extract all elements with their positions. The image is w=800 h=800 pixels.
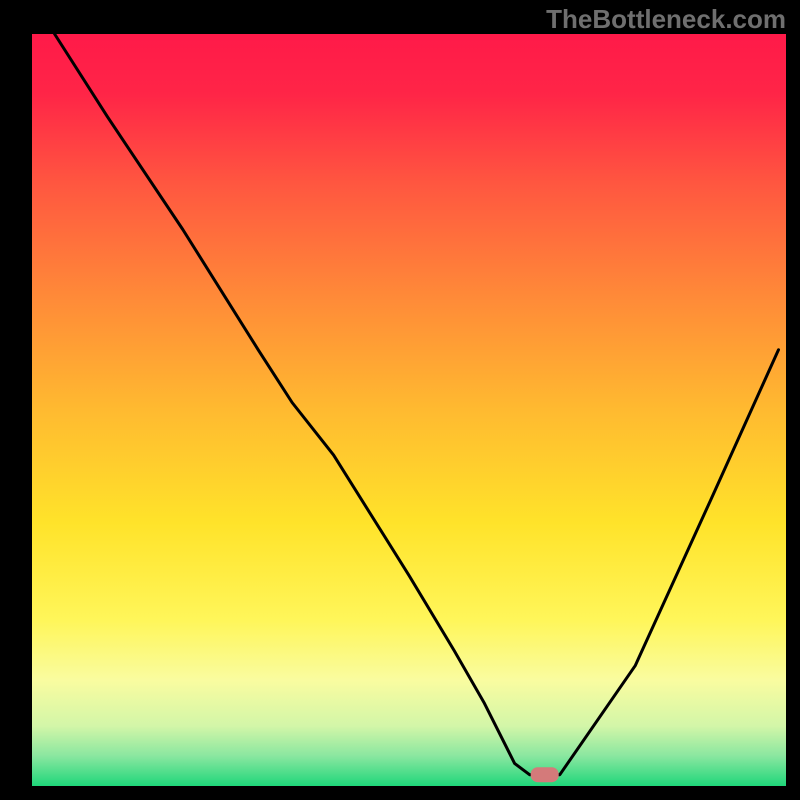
bottleneck-chart xyxy=(0,0,800,800)
watermark-text: TheBottleneck.com xyxy=(546,4,786,35)
plot-gradient xyxy=(32,34,786,786)
chart-container: TheBottleneck.com xyxy=(0,0,800,800)
optimal-marker xyxy=(531,767,559,782)
